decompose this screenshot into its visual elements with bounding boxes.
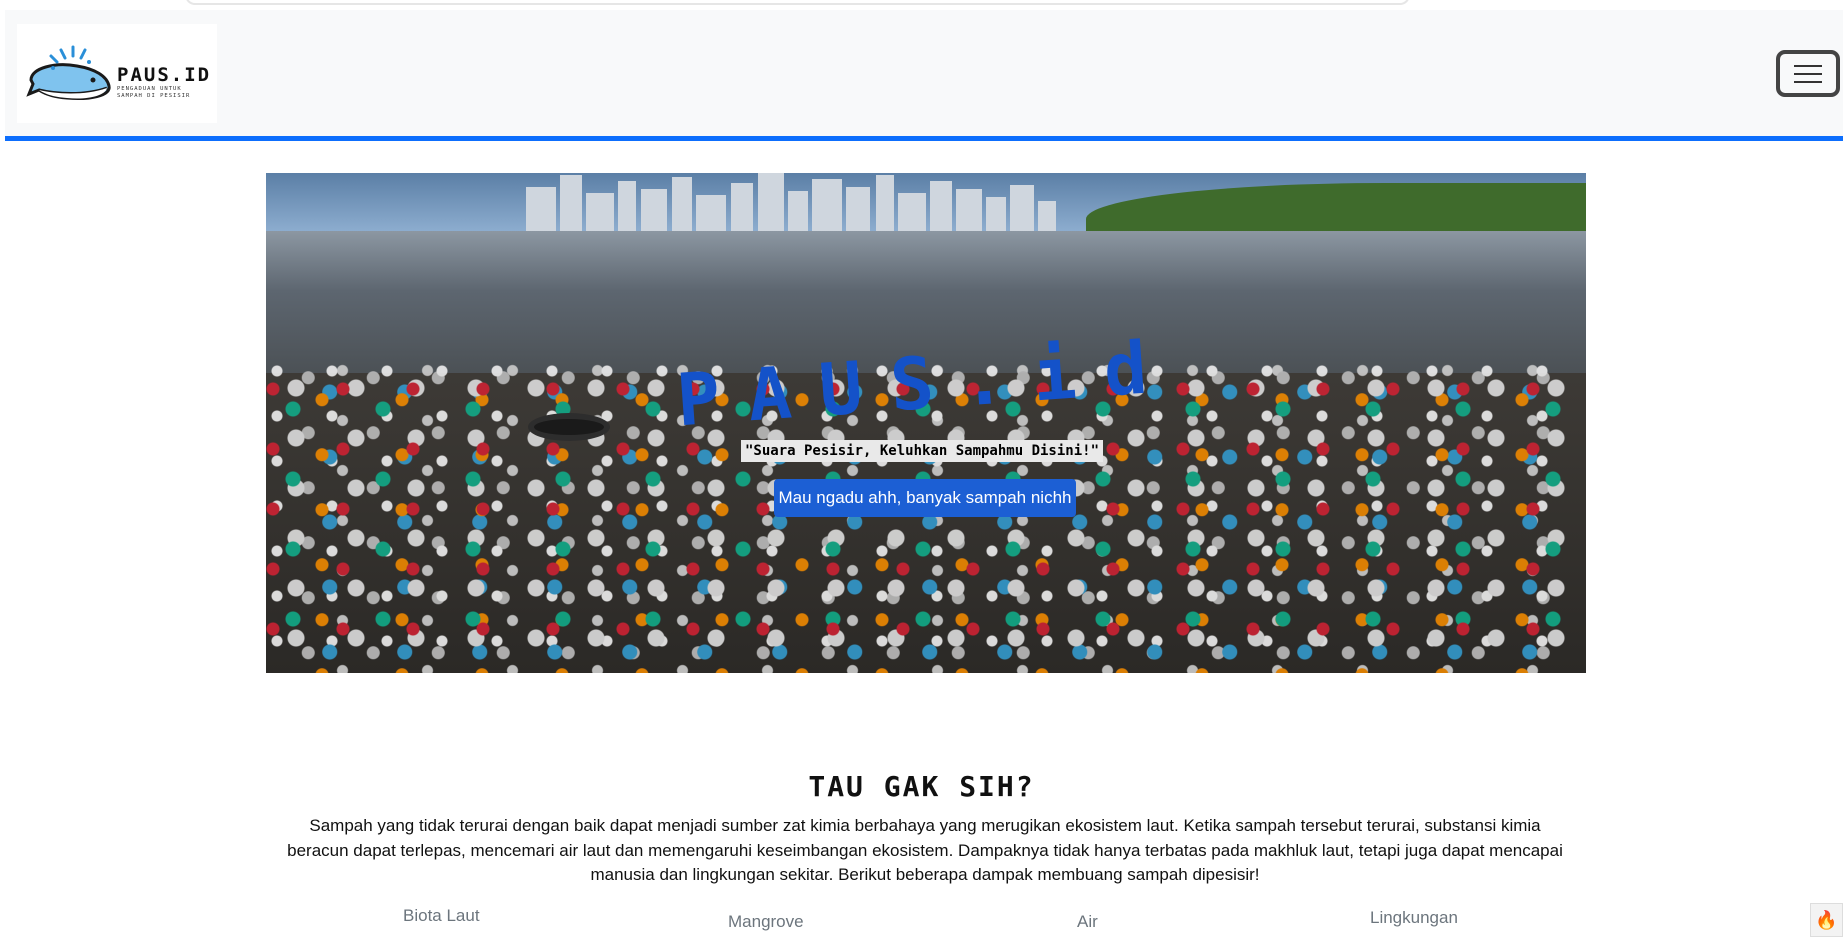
category-mangrove[interactable]: Mangrove [728,912,804,932]
category-biota-laut[interactable]: Biota Laut [403,906,480,926]
site-logo[interactable]: PAUS.ID PENGADUAN UNTUK SAMPAH DI PESISI… [17,24,217,123]
complaint-cta-button[interactable]: Mau ngadu ahh, banyak sampah nichh [774,479,1076,517]
hamburger-menu-icon [1794,64,1822,67]
logo-subtitle-line2: SAMPAH DI PESISIR [117,93,191,99]
impact-categories: Biota Laut Mangrove Air Lingkungan [0,904,1843,937]
info-section-text: Sampah yang tidak terurai dengan baik da… [287,816,1563,884]
logo-title: PAUS.ID [117,64,212,86]
category-air[interactable]: Air [1077,912,1098,932]
navbar-toggler-button[interactable] [1776,50,1840,97]
hero-banner: PAUS.id "Suara Pesisir, Keluhkan Sampahm… [266,173,1586,673]
whale-icon [26,45,111,100]
logo-subtitle-line1: PENGADUAN UNTUK [117,86,182,92]
browser-address-pill [185,0,1410,5]
category-lingkungan[interactable]: Lingkungan [1370,908,1458,928]
info-section-title: TAU GAK SIH? [808,770,1035,803]
hero-tagline: "Suara Pesisir, Keluhkan Sampahmu Disini… [741,440,1104,462]
browser-top-strip [0,0,1843,10]
navbar: PAUS.ID PENGADUAN UNTUK SAMPAH DI PESISI… [5,10,1843,136]
hamburger-menu-icon-bar [1794,72,1822,75]
flame-icon[interactable]: 🔥 [1810,903,1843,937]
navbar-accent-border [5,136,1843,141]
hero-city-skyline [526,173,1086,231]
hamburger-menu-icon-bar [1794,80,1822,83]
logo-text: PAUS.ID PENGADUAN UNTUK SAMPAH DI PESISI… [117,64,211,100]
